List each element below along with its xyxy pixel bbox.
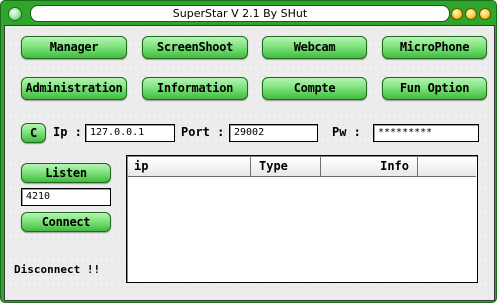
screenshoot-button[interactable]: ScreenShoot: [142, 36, 248, 59]
system-menu-icon[interactable]: [8, 7, 22, 21]
ip-input[interactable]: 127.0.0.1: [85, 124, 175, 142]
password-label: Pw :: [332, 125, 361, 139]
column-header-ip[interactable]: ip: [128, 157, 251, 177]
listen-button[interactable]: Listen: [21, 163, 111, 183]
compte-button[interactable]: Compte: [262, 77, 367, 100]
title-bar[interactable]: SuperStar V 2.1 By SHut: [1, 1, 496, 27]
fun-option-button[interactable]: Fun Option: [382, 77, 487, 100]
connection-status: Disconnect !!: [14, 263, 101, 276]
close-button[interactable]: [479, 8, 491, 20]
main-panel: Manager ScreenShoot Webcam MicroPhone Ad…: [4, 25, 495, 301]
microphone-button[interactable]: MicroPhone: [382, 36, 487, 59]
webcam-button[interactable]: Webcam: [262, 36, 367, 59]
connect-button[interactable]: Connect: [21, 212, 111, 232]
connect-c-button[interactable]: C: [21, 123, 46, 143]
password-input[interactable]: *********: [373, 124, 479, 142]
port-label: Port :: [181, 125, 225, 139]
listen-port-input[interactable]: 4210: [21, 188, 111, 206]
column-header-type[interactable]: Type: [251, 157, 321, 177]
window-title: SuperStar V 2.1 By SHut: [30, 5, 450, 22]
column-header-extra[interactable]: [418, 157, 476, 177]
maximize-button[interactable]: [465, 8, 477, 20]
column-header-info[interactable]: Info: [321, 157, 418, 177]
minimize-button[interactable]: [451, 8, 463, 20]
information-button[interactable]: Information: [142, 77, 248, 100]
ip-label: Ip :: [53, 125, 82, 139]
clients-table[interactable]: ip Type Info: [126, 155, 478, 283]
port-input[interactable]: 29002: [229, 124, 318, 142]
table-header: ip Type Info: [128, 157, 476, 177]
app-window: SuperStar V 2.1 By SHut Manager ScreenSh…: [0, 0, 497, 303]
administration-button[interactable]: Administration: [21, 77, 127, 100]
manager-button[interactable]: Manager: [21, 36, 127, 59]
